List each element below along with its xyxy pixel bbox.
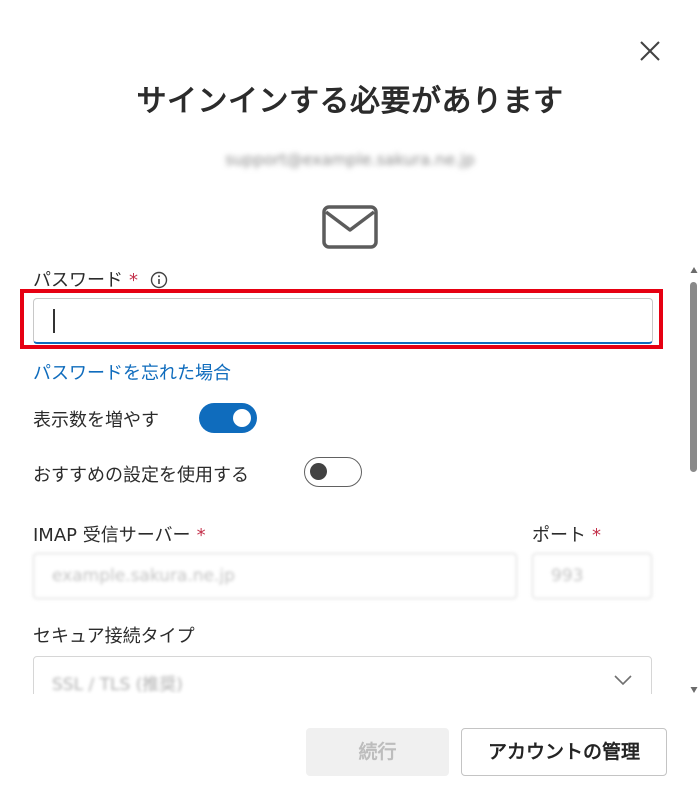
secure-connection-label: セキュア接続タイプ xyxy=(33,626,195,647)
select-value: SSL / TLS (推奨) xyxy=(52,675,183,694)
close-icon[interactable] xyxy=(637,38,663,64)
required-mark: * xyxy=(592,525,601,546)
required-mark: * xyxy=(129,270,138,291)
info-icon[interactable] xyxy=(150,271,168,289)
continue-button[interactable]: 続行 xyxy=(306,728,449,776)
imap-server-wrap xyxy=(33,553,517,599)
forgot-password-link[interactable]: パスワードを忘れた場合 xyxy=(33,359,231,385)
recommended-settings-label: おすすめの設定を使用する xyxy=(33,465,249,486)
imap-server-input[interactable] xyxy=(33,553,517,599)
imap-server-label: IMAP 受信サーバー * xyxy=(33,525,206,546)
show-more-toggle[interactable] xyxy=(199,403,257,433)
secure-connection-select[interactable]: SSL / TLS (推奨) xyxy=(33,656,652,694)
scroll-down-icon[interactable] xyxy=(690,686,698,694)
highlight-annotation xyxy=(20,289,663,349)
toggle-knob xyxy=(310,463,327,480)
scrollbar[interactable] xyxy=(688,266,700,694)
manage-account-button[interactable]: アカウントの管理 xyxy=(461,728,667,776)
port-label: ポート * xyxy=(532,525,601,546)
scroll-up-icon[interactable] xyxy=(690,266,698,274)
chevron-down-icon xyxy=(614,675,632,686)
show-more-label: 表示数を増やす xyxy=(33,410,159,431)
required-mark: * xyxy=(196,525,206,546)
envelope-icon xyxy=(322,205,378,249)
toggle-knob xyxy=(233,409,251,427)
scrollbar-thumb[interactable] xyxy=(690,282,697,472)
account-email: support@example.sakura.ne.jp xyxy=(225,150,475,169)
sign-in-dialog: サインインする必要があります support@example.sakura.ne… xyxy=(0,0,700,808)
form-scroll-area: パスワード * パスワードを忘れた場合 表示数を増やす おすすめの設定を使用する … xyxy=(0,258,690,694)
port-wrap xyxy=(532,553,652,599)
dialog-title: サインインする必要があります xyxy=(136,84,564,119)
port-input[interactable] xyxy=(532,553,652,599)
recommended-settings-toggle[interactable] xyxy=(304,457,362,487)
